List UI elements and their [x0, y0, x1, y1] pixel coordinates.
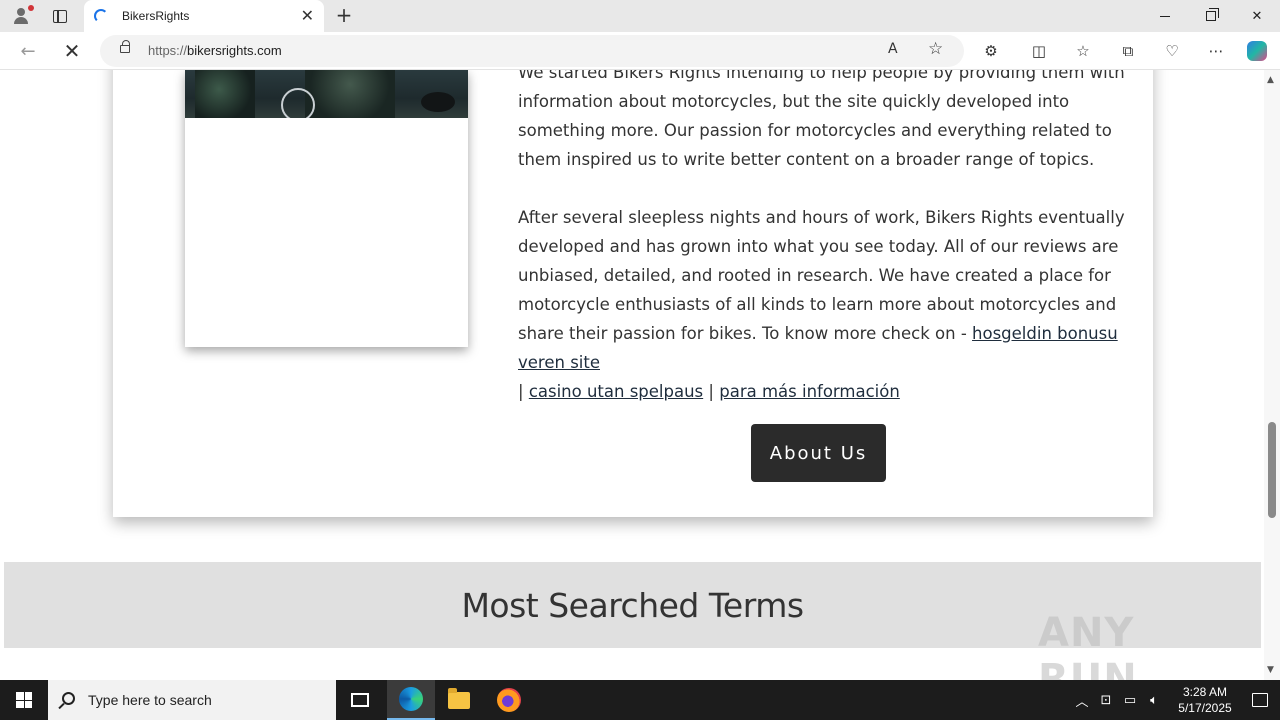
close-window-button[interactable]: ✕ — [1234, 0, 1280, 32]
lock-icon[interactable] — [120, 40, 130, 53]
tab-actions-icon[interactable] — [44, 0, 76, 32]
collections-icon[interactable]: ⧉ — [1118, 41, 1138, 61]
windows-taskbar: Type here to search ︿ ⊡ ▭ 🔈︎ 3:28 AM 5/1… — [0, 680, 1280, 720]
motorcycle-photo — [185, 70, 468, 118]
about-text: We started Bikers Rights intending to he… — [518, 70, 1138, 435]
scroll-thumb[interactable] — [1268, 422, 1276, 518]
page-viewport: We started Bikers Rights intending to he… — [0, 70, 1264, 680]
clock[interactable]: 3:28 AM 5/17/2025 — [1170, 684, 1240, 716]
tab-title: BikersRights — [122, 9, 190, 23]
clock-date: 5/17/2025 — [1178, 701, 1232, 715]
close-tab-icon[interactable]: ✕ — [301, 8, 314, 24]
link-casino[interactable]: casino utan spelpaus — [529, 382, 703, 401]
address-bar[interactable]: https://bikersrights.com A ☆ — [100, 35, 964, 67]
scroll-up-icon[interactable]: ▲ — [1267, 75, 1274, 85]
browser-tab[interactable]: BikersRights ✕ — [84, 0, 324, 32]
more-menu-icon[interactable]: ⋯ — [1206, 41, 1226, 61]
about-paragraph-1: We started Bikers Rights intending to he… — [518, 70, 1125, 169]
read-aloud-icon[interactable]: A — [888, 41, 898, 57]
browser-toolbar: ← ✕ https://bikersrights.com A ☆ ⚙ ◫ ☆ ⧉… — [0, 32, 1280, 70]
minimize-button[interactable] — [1142, 0, 1188, 32]
task-view-icon — [351, 693, 369, 707]
page-scrollbar[interactable]: ▲ ▼ — [1264, 70, 1280, 680]
section-title: Most Searched Terms — [461, 585, 804, 625]
start-button[interactable] — [0, 680, 48, 720]
about-us-button[interactable]: About Us — [751, 424, 886, 482]
volume-icon[interactable]: 🔈︎ — [1142, 693, 1166, 708]
scroll-down-icon[interactable]: ▼ — [1267, 665, 1274, 675]
windows-logo-icon — [16, 692, 32, 708]
restore-button[interactable] — [1188, 0, 1234, 32]
copilot-icon[interactable] — [1247, 41, 1267, 61]
show-hidden-icons-icon[interactable]: ︿ — [1070, 691, 1094, 710]
browser-titlebar: BikersRights ✕ + ✕ — [0, 0, 1280, 32]
url-text[interactable]: https://bikersrights.com — [148, 43, 282, 58]
link-mas-informacion[interactable]: para más información — [719, 382, 900, 401]
browser-essentials-icon[interactable]: ♡ — [1162, 41, 1182, 61]
edge-icon — [399, 687, 423, 711]
taskbar-search[interactable]: Type here to search — [48, 680, 336, 720]
notification-icon — [1252, 693, 1268, 707]
task-view-button[interactable] — [336, 680, 384, 720]
about-card: We started Bikers Rights intending to he… — [113, 70, 1153, 517]
system-tray: ︿ ⊡ ▭ 🔈︎ 3:28 AM 5/17/2025 — [1070, 680, 1280, 720]
about-paragraph-2: After several sleepless nights and hours… — [518, 208, 1125, 401]
new-tab-button[interactable]: + — [332, 4, 356, 28]
profile-icon[interactable] — [0, 0, 44, 32]
taskbar-edge[interactable] — [387, 680, 435, 720]
anyrun-watermark: ANY RUN — [1038, 610, 1138, 680]
taskbar-firefox[interactable] — [485, 680, 533, 720]
taskbar-file-explorer[interactable] — [435, 680, 483, 720]
favorite-star-icon[interactable]: ☆ — [928, 39, 943, 59]
back-button[interactable]: ← — [14, 38, 42, 64]
device-icon[interactable]: ⊡ — [1094, 693, 1118, 708]
extensions-icon[interactable]: ⚙ — [981, 41, 1001, 61]
firefox-icon — [497, 688, 521, 712]
search-icon — [62, 692, 75, 705]
folder-icon — [448, 687, 470, 709]
notifications-button[interactable] — [1240, 680, 1280, 720]
favorites-icon[interactable]: ☆ — [1073, 41, 1093, 61]
clock-time: 3:28 AM — [1182, 685, 1228, 699]
split-screen-icon[interactable]: ◫ — [1029, 41, 1049, 61]
network-icon[interactable]: ▭ — [1118, 693, 1142, 708]
search-placeholder: Type here to search — [88, 692, 212, 708]
stop-loading-button[interactable]: ✕ — [58, 38, 86, 64]
loading-spinner-icon — [94, 9, 108, 23]
